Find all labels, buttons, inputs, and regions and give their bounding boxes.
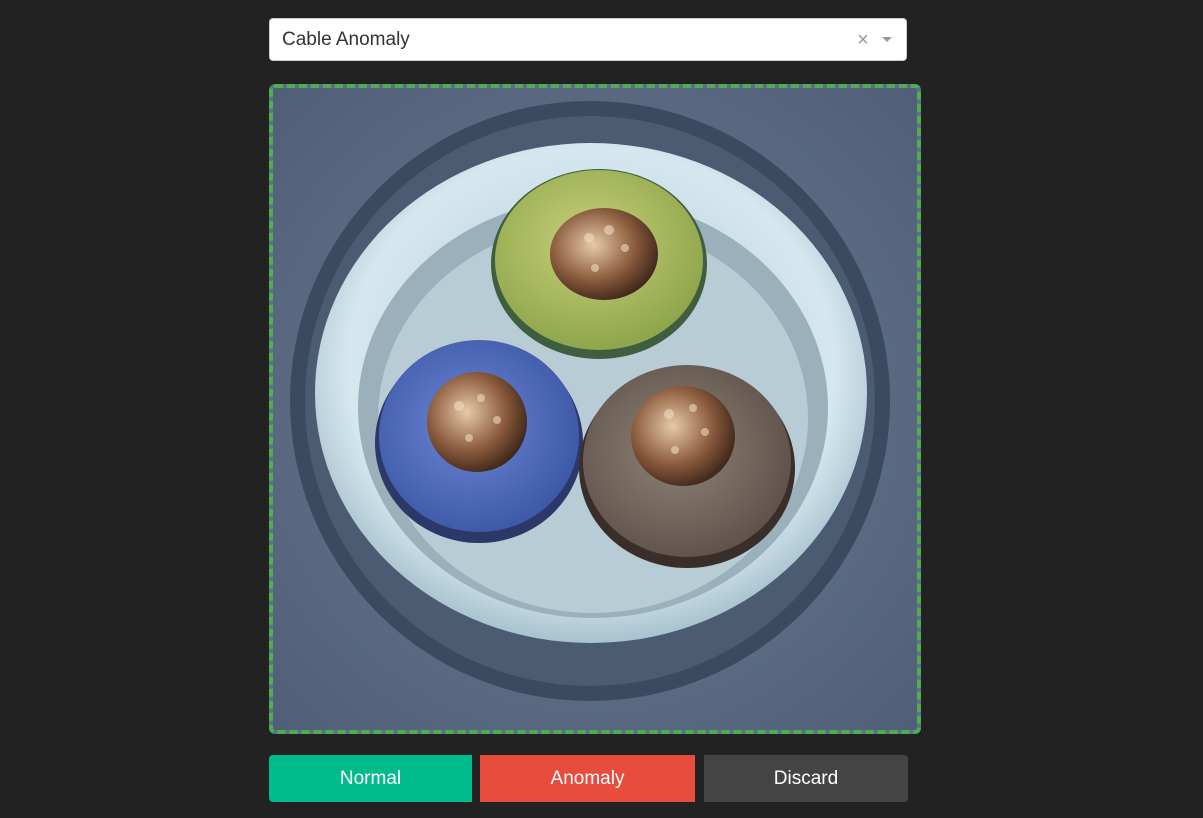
clear-icon[interactable]: × [852, 30, 874, 50]
anomaly-button[interactable]: Anomaly [480, 755, 695, 802]
cable-cross-section-image [273, 88, 917, 730]
sample-image-frame [269, 84, 921, 734]
category-select-value: Cable Anomaly [282, 28, 410, 50]
discard-button[interactable]: Discard [704, 755, 908, 802]
category-select[interactable]: Cable Anomaly × [269, 18, 907, 61]
normal-button[interactable]: Normal [269, 755, 472, 802]
labeling-app: Cable Anomaly × Normal Anomaly Discard [0, 0, 1203, 818]
chevron-down-icon[interactable] [882, 37, 892, 42]
